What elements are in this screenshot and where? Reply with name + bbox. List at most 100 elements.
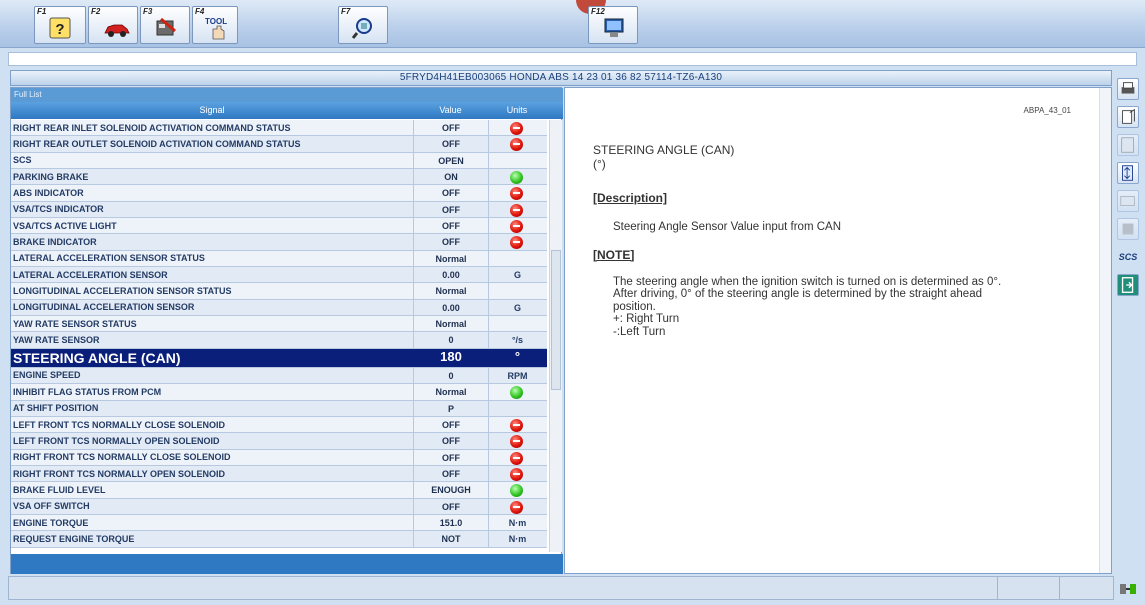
table-row[interactable]: ENGINE SPEED 0 RPM (11, 367, 547, 385)
status-off-icon (510, 138, 523, 152)
list-title: Full List (11, 88, 563, 102)
table-row[interactable]: RIGHT REAR OUTLET SOLENOID ACTIVATION CO… (11, 136, 547, 153)
signal-name: LEFT FRONT TCS NORMALLY CLOSE SOLENOID (13, 419, 226, 430)
status-off-icon (510, 451, 523, 465)
signal-unit (488, 498, 546, 514)
snapshot-button[interactable] (1117, 106, 1139, 128)
sort-button[interactable] (1117, 162, 1139, 184)
table-row[interactable]: LONGITUDINAL ACCELERATION SENSOR 0.00 G (11, 299, 547, 317)
table-row[interactable]: REQUEST ENGINE TORQUE NOT N·m (11, 531, 547, 548)
signal-unit (488, 218, 546, 234)
graph-button[interactable] (1117, 190, 1139, 212)
table-row[interactable]: INHIBIT FLAG STATUS FROM PCM Normal (11, 384, 547, 401)
table-row[interactable]: LEFT FRONT TCS NORMALLY CLOSE SOLENOID OF… (11, 416, 547, 434)
status-off-icon (510, 236, 523, 250)
help-scrollbar[interactable] (1099, 88, 1111, 573)
side-toolbar: SCS (1117, 78, 1141, 302)
column-units[interactable]: Units (488, 102, 546, 119)
list-icon (1121, 137, 1134, 153)
f1-help-button[interactable]: F1 ? (34, 6, 86, 44)
status-off-icon (510, 203, 523, 217)
table-row[interactable]: VSA/TCS ACTIVE LIGHT OFF (11, 218, 547, 235)
help-document: STEERING ANGLE (CAN) (°) [Description] S… (593, 143, 1083, 338)
table-row[interactable]: PARKING BRAKE ON (11, 169, 547, 186)
f12-monitor-button[interactable]: F12 (588, 6, 638, 44)
signal-value: OFF (413, 498, 488, 514)
scs-button[interactable]: SCS (1117, 246, 1139, 268)
signal-name: VSA/TCS ACTIVE LIGHT (13, 220, 117, 231)
signal-value: OFF (413, 449, 488, 465)
signal-value: Normal (413, 316, 488, 332)
status-off-icon (510, 220, 523, 234)
signal-value: ENOUGH (413, 482, 488, 498)
table-row[interactable]: LATERAL ACCELERATION SENSOR 0.00 G (11, 267, 547, 284)
signal-unit: N·m (488, 514, 546, 531)
column-signal[interactable]: Signal (11, 102, 413, 119)
f7-search-button[interactable]: F7 (338, 6, 388, 44)
signal-value: OFF (413, 218, 488, 234)
status-off-icon (510, 500, 523, 514)
table-row[interactable]: YAW RATE SENSOR STATUS Normal (11, 316, 547, 333)
table-row[interactable]: LONGITUDINAL ACCELERATION SENSOR STATUS N… (11, 283, 547, 300)
table-row-selected[interactable]: STEERING ANGLE (CAN) 180 ° (11, 348, 547, 368)
signal-name: BRAKE INDICATOR (13, 237, 97, 248)
signal-unit (488, 384, 546, 400)
signal-value: OFF (413, 201, 488, 218)
table-row[interactable]: ABS INDICATOR OFF (11, 185, 547, 202)
signal-value: OFF (413, 185, 488, 201)
f4-tool-button[interactable]: F4 TOOL (192, 6, 238, 44)
doc-note-line: -:Left Turn (613, 325, 666, 338)
signal-value: 0 (413, 332, 488, 348)
table-row[interactable]: LEFT FRONT TCS NORMALLY OPEN SOLENOID OFF (11, 433, 547, 450)
signal-name: SCS (13, 155, 32, 166)
f3-ecu-button[interactable]: F3 (140, 6, 190, 44)
status-on-icon (510, 484, 523, 498)
status-off-icon (510, 435, 523, 449)
signal-unit (488, 400, 546, 416)
signal-unit: G (488, 267, 546, 283)
ecu-icon (156, 17, 176, 36)
doc-note-heading: [NOTE] (593, 247, 635, 262)
signal-name: VSA OFF SWITCH (13, 501, 90, 512)
signal-value: OFF (413, 416, 488, 433)
monitor-icon (604, 18, 624, 37)
svg-text:?: ? (55, 21, 64, 38)
ecu-select-button[interactable] (1117, 218, 1139, 240)
table-row[interactable]: RIGHT FRONT TCS NORMALLY OPEN SOLENOID OF… (11, 465, 547, 483)
table-row[interactable]: SCS OPEN (11, 152, 547, 170)
table-row[interactable]: BRAKE FLUID LEVEL ENOUGH (11, 482, 547, 499)
signal-value: OFF (413, 433, 488, 449)
signal-unit: °/s (488, 332, 546, 348)
signal-unit: N·m (488, 531, 546, 547)
status-cell (997, 577, 1057, 599)
print-button[interactable] (1117, 78, 1139, 100)
column-value[interactable]: Value (413, 102, 488, 119)
doc-note: The steering angle when the ignition swi… (613, 276, 1083, 339)
signal-unit (488, 449, 546, 465)
table-row[interactable]: RIGHT FRONT TCS NORMALLY CLOSE SOLENOID O… (11, 449, 547, 466)
table-row[interactable]: BRAKE INDICATOR OFF (11, 234, 547, 251)
list-scroll-thumb[interactable] (551, 250, 561, 390)
f2-vehicle-button[interactable]: F2 (88, 6, 138, 44)
table-row[interactable]: ENGINE TORQUE 151.0 N·m (11, 514, 547, 532)
signal-value: 0 (413, 367, 488, 384)
signal-name: BRAKE FLUID LEVEL (13, 484, 106, 495)
table-row[interactable]: YAW RATE SENSOR 0 °/s (11, 332, 547, 349)
doc-description-heading: [Description] (593, 191, 668, 205)
doc-note-line: The steering angle when the ignition swi… (613, 275, 1002, 288)
list-scrollbar[interactable] (549, 120, 562, 552)
exit-button[interactable] (1117, 274, 1139, 296)
table-row[interactable]: AT SHIFT POSITION P (11, 400, 547, 417)
signal-name: PARKING BRAKE (13, 171, 89, 182)
scs-icon: SCS (1118, 252, 1138, 262)
table-row[interactable]: VSA/TCS INDICATOR OFF (11, 201, 547, 219)
signal-value: Normal (413, 283, 488, 299)
status-on-icon (510, 171, 523, 185)
signal-value: OFF (413, 465, 488, 482)
list-button[interactable] (1117, 134, 1139, 156)
doc-title: STEERING ANGLE (CAN) (593, 143, 735, 157)
table-row[interactable]: LATERAL ACCELERATION SENSOR STATUS Normal (11, 250, 547, 268)
table-row[interactable]: VSA OFF SWITCH OFF (11, 498, 547, 515)
table-row[interactable]: RIGHT REAR INLET SOLENOID ACTIVATION COM… (11, 120, 547, 137)
signal-name: LATERAL ACCELERATION SENSOR (13, 269, 168, 280)
